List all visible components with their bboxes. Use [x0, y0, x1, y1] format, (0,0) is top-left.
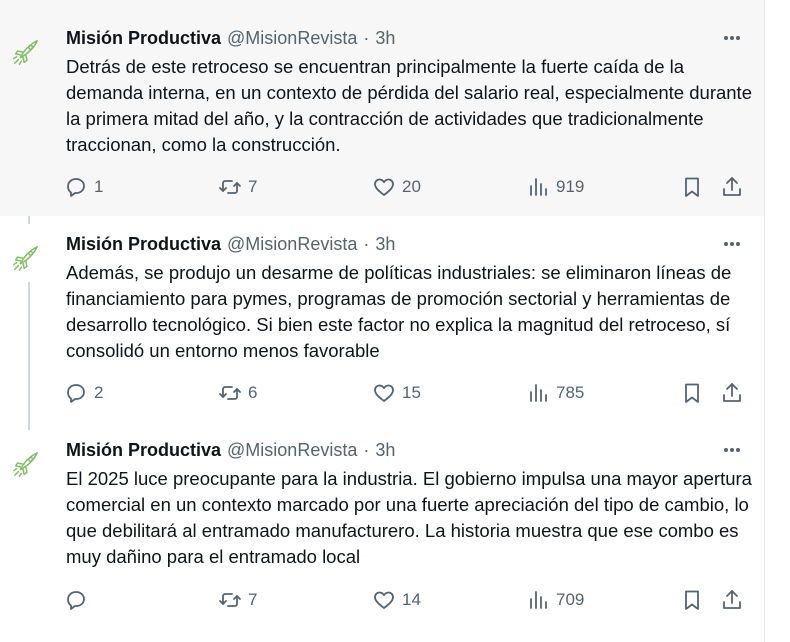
more-button[interactable]	[712, 438, 752, 462]
share-icon	[723, 177, 741, 196]
views-button[interactable]: 919	[526, 173, 584, 201]
views-count: 785	[556, 383, 585, 402]
tweet-3[interactable]: Misión Productiva @MisionRevista · 3h El…	[0, 426, 764, 642]
repost-icon	[219, 180, 241, 194]
reply-count: 2	[94, 383, 104, 402]
repost-button[interactable]: 7	[218, 173, 257, 201]
like-count: 15	[402, 383, 421, 402]
author-handle[interactable]: @MisionRevista	[227, 28, 357, 49]
more-icon	[724, 448, 740, 452]
timestamp[interactable]: 3h	[375, 28, 395, 49]
avatar[interactable]	[4, 236, 48, 280]
reply-icon	[67, 384, 85, 403]
repost-count: 6	[248, 383, 258, 402]
page-margin	[765, 0, 790, 642]
repost-icon	[219, 593, 241, 607]
author-name[interactable]: Misión Productiva	[66, 440, 221, 461]
bookmark-button[interactable]	[680, 586, 704, 614]
like-icon	[374, 178, 394, 196]
views-icon	[530, 591, 547, 609]
author-name[interactable]: Misión Productiva	[66, 28, 221, 49]
share-button[interactable]	[720, 586, 744, 614]
more-button[interactable]	[712, 26, 752, 50]
like-button[interactable]: 14	[372, 586, 421, 614]
rocket-icon	[13, 452, 38, 477]
tweet-2[interactable]: Misión Productiva @MisionRevista · 3h Ad…	[0, 216, 764, 426]
action-bar: 1 7 20 919	[64, 173, 754, 201]
author-handle[interactable]: @MisionRevista	[227, 440, 357, 461]
timestamp[interactable]: 3h	[375, 234, 395, 255]
share-button[interactable]	[720, 173, 744, 201]
like-button[interactable]: 15	[372, 379, 421, 407]
like-count: 20	[402, 177, 421, 196]
separator-dot: ·	[363, 27, 370, 48]
reply-icon	[67, 178, 85, 197]
reply-button[interactable]: 2	[64, 379, 103, 407]
more-icon	[724, 242, 740, 246]
rocket-icon	[13, 246, 38, 271]
timestamp[interactable]: 3h	[375, 440, 395, 461]
share-button[interactable]	[720, 379, 744, 407]
more-icon	[724, 36, 740, 40]
tweet-text: Además, se produjo un desarme de polític…	[66, 262, 732, 361]
bookmark-icon	[685, 383, 699, 403]
tweet-1[interactable]: Misión Productiva @MisionRevista · 3h De…	[0, 0, 764, 216]
repost-count: 7	[248, 590, 258, 609]
avatar[interactable]	[4, 442, 48, 486]
like-icon	[374, 591, 394, 609]
views-icon	[530, 178, 547, 196]
action-bar: 7 14 709	[64, 586, 754, 614]
bookmark-button[interactable]	[680, 379, 704, 407]
reply-icon	[67, 591, 85, 610]
more-button[interactable]	[712, 232, 752, 256]
views-button[interactable]: 709	[526, 586, 584, 614]
repost-button[interactable]: 6	[218, 379, 257, 407]
repost-icon	[219, 386, 241, 400]
share-icon	[723, 590, 741, 609]
repost-button[interactable]: 7	[218, 586, 257, 614]
author-name[interactable]: Misión Productiva	[66, 234, 221, 255]
tweet-text: El 2025 luce preocupante para la industr…	[66, 468, 752, 567]
reply-button[interactable]	[64, 586, 94, 614]
repost-count: 7	[248, 177, 258, 196]
reply-button[interactable]: 1	[64, 173, 103, 201]
like-icon	[374, 384, 394, 402]
rocket-icon	[13, 40, 38, 65]
bookmark-icon	[685, 177, 699, 197]
share-icon	[723, 383, 741, 402]
views-icon	[530, 384, 547, 402]
views-count: 709	[556, 590, 585, 609]
author-handle[interactable]: @MisionRevista	[227, 234, 357, 255]
separator-dot: ·	[363, 439, 370, 460]
reply-count: 1	[94, 177, 104, 196]
avatar[interactable]	[4, 30, 48, 74]
views-button[interactable]: 785	[526, 379, 584, 407]
bookmark-icon	[685, 590, 699, 610]
bookmark-button[interactable]	[680, 173, 704, 201]
tweet-text: Detrás de este retroceso se encuentran p…	[66, 56, 752, 155]
like-count: 14	[402, 590, 421, 609]
separator-dot: ·	[363, 233, 370, 254]
action-bar: 2 6 15 785	[64, 379, 754, 407]
views-count: 919	[556, 177, 585, 196]
like-button[interactable]: 20	[372, 173, 421, 201]
